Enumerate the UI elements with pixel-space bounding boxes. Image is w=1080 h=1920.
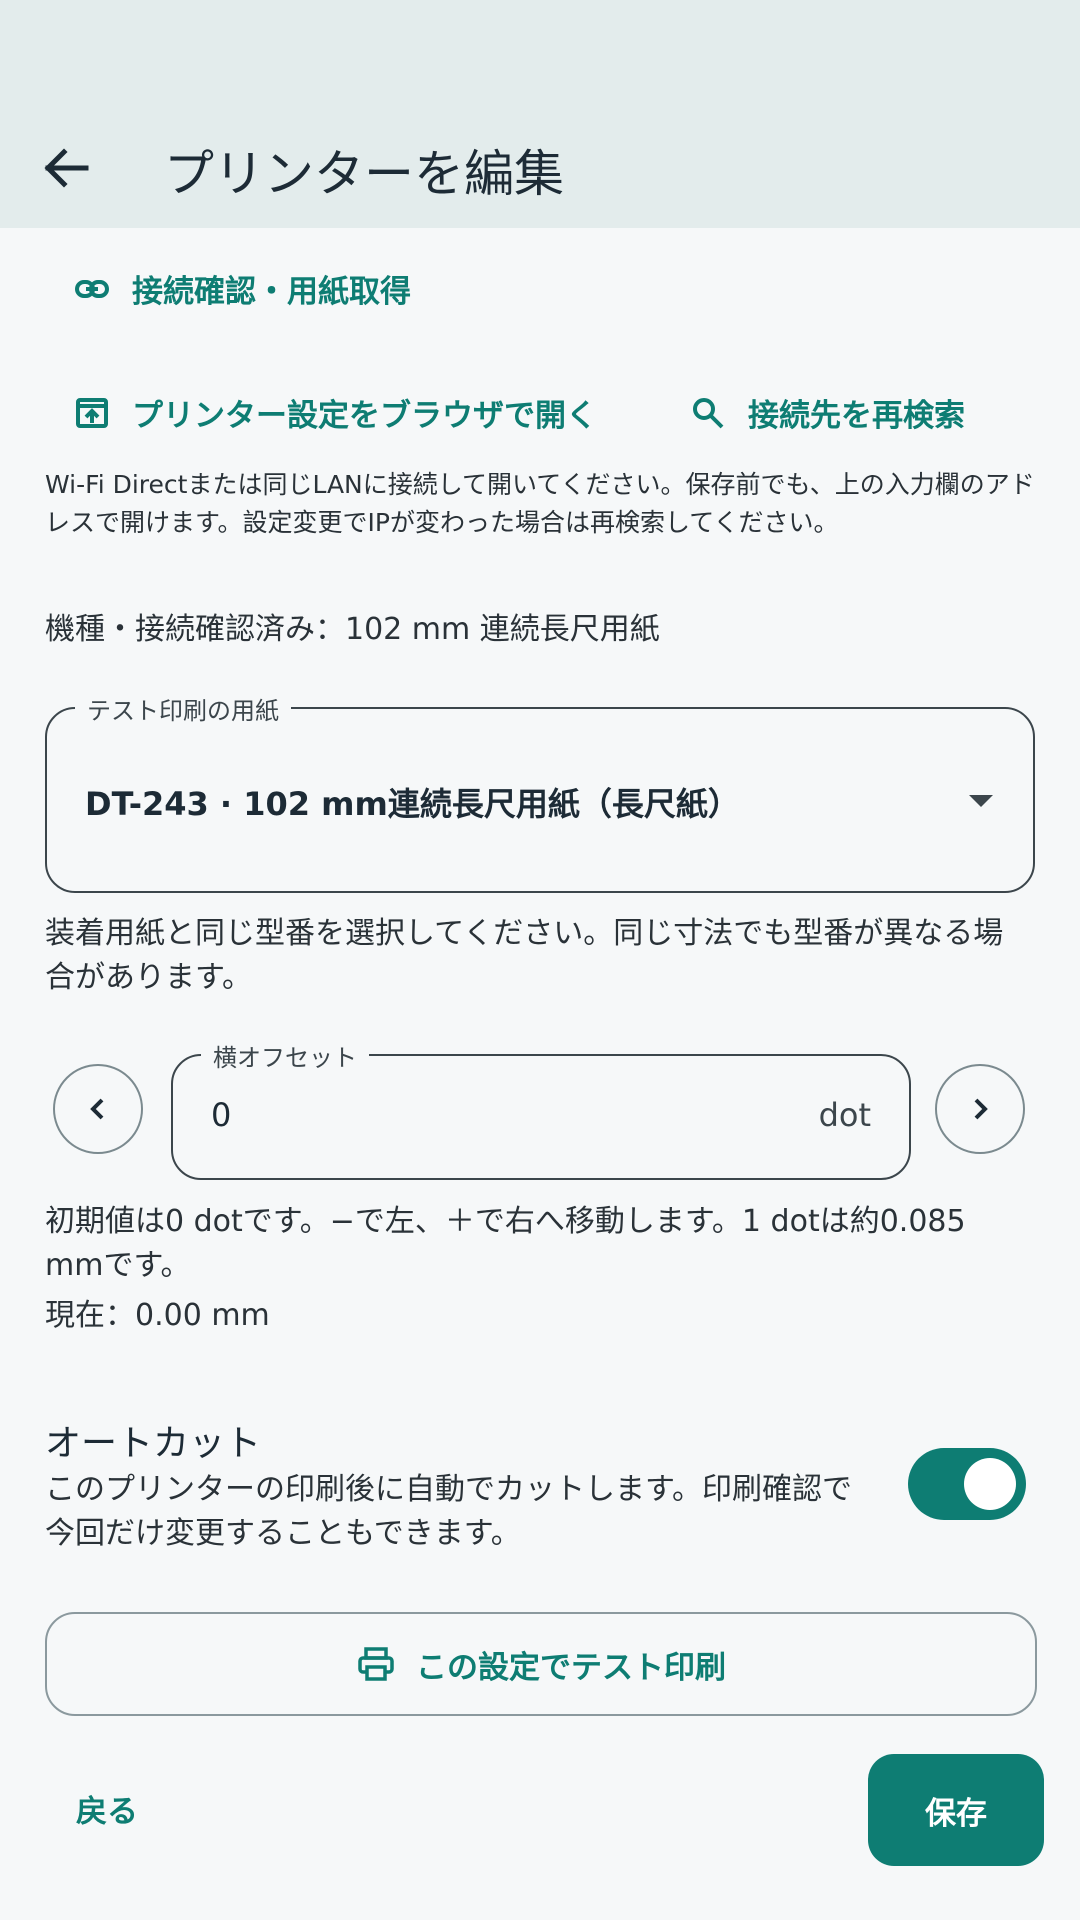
open-settings-button[interactable]: プリンター設定をブラウザで開く [74, 390, 597, 435]
test-print-button[interactable]: この設定でテスト印刷 [45, 1612, 1037, 1716]
autocut-title: オートカット [45, 1423, 262, 1464]
check-connection-button[interactable]: 接続確認・用紙取得 [74, 266, 411, 311]
open-in-browser-icon [76, 397, 108, 428]
paper-select-label: テスト印刷の用紙 [75, 691, 291, 726]
offset-field[interactable]: 横オフセット 0 dot [171, 1038, 911, 1180]
search-icon [693, 397, 724, 428]
open-settings-label: プリンター設定をブラウザで開く [132, 398, 597, 434]
rescan-label: 接続先を再検索 [748, 398, 965, 434]
model-status: 機種・接続確認済み：102 mm 連続長尺用紙 [45, 612, 660, 647]
increase-offset-button[interactable] [935, 1064, 1025, 1154]
toggle-knob [964, 1458, 1016, 1510]
chevron-right-icon [974, 1098, 988, 1120]
save-button[interactable]: 保存 [868, 1754, 1044, 1866]
check-connection-label: 接続確認・用紙取得 [132, 274, 411, 310]
chevron-left-icon [90, 1098, 104, 1120]
browser-note: Wi-Fi Directまたは同じLANに接続して開いてください。保存前でも、上… [45, 470, 1035, 537]
dropdown-caret-icon [969, 795, 993, 807]
offset-value[interactable]: 0 [211, 1096, 231, 1134]
decrease-offset-button[interactable] [53, 1064, 143, 1154]
offset-unit: dot [818, 1096, 871, 1134]
paper-select-hint: 装着用紙と同じ型番を選択してください。同じ寸法でも型番が異なる場合があります。 [45, 916, 1004, 995]
printer-icon [358, 1647, 394, 1681]
offset-field-label: 横オフセット [201, 1038, 369, 1073]
link-icon [75, 279, 109, 298]
offset-hint: 初期値は0 dotです。−で左、＋で右へ移動します。1 dotは約0.085 m… [45, 1204, 966, 1283]
autocut-toggle[interactable] [908, 1448, 1026, 1520]
paper-select[interactable]: テスト印刷の用紙 DT-243 · 102 mm連続長尺用紙（長尺紙） [45, 691, 1035, 893]
app-bar: プリンターを編集 [0, 0, 1080, 228]
test-print-label: この設定でテスト印刷 [416, 1649, 726, 1686]
back-arrow-icon[interactable] [30, 132, 102, 204]
offset-current: 現在：0.00 mm [45, 1298, 270, 1333]
page-title: プリンターを編集 [164, 145, 564, 203]
rescan-button[interactable]: 接続先を再検索 [690, 390, 965, 435]
autocut-description: このプリンターの印刷後に自動でカットします。印刷確認で今回だけ変更することもでき… [45, 1472, 852, 1551]
back-button[interactable]: 戻る [76, 1786, 138, 1831]
save-label: 保存 [925, 1795, 987, 1832]
paper-select-value: DT-243 · 102 mm連続長尺用紙（長尺紙） [85, 785, 740, 823]
